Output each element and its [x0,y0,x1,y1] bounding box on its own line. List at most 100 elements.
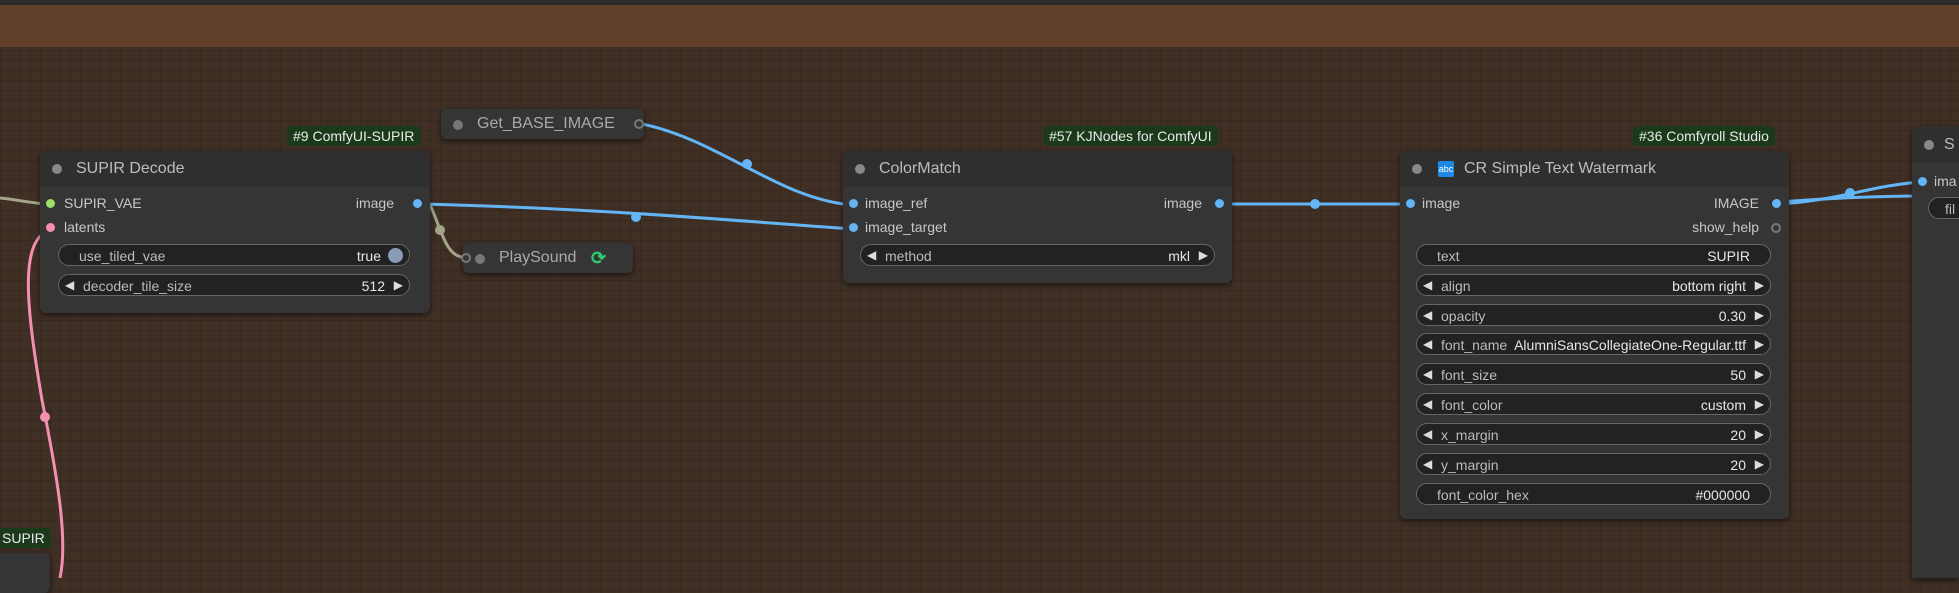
increment-arrow-icon[interactable]: ▶ [394,278,403,292]
image-output-pin[interactable] [1772,199,1781,208]
supir-decode-node[interactable]: SUPIR Decode SUPIR_VAE latents image use… [40,151,430,313]
increment-arrow-icon[interactable]: ▶ [1755,308,1764,322]
image-output-label: IMAGE [1713,195,1759,211]
playsound-node[interactable]: PlaySound ⟳ [461,243,633,273]
align-select[interactable]: ◀ align bottom right ▶ [1416,274,1771,296]
widget-label: font_color [1441,397,1503,413]
increment-arrow-icon[interactable]: ▶ [1755,427,1764,441]
font-size-stepper[interactable]: ◀ font_size 50 ▶ [1416,363,1771,385]
prev-arrow-icon[interactable]: ◀ [867,248,876,262]
node-header[interactable]: SUPIR Decode [40,151,430,187]
widget-label: x_margin [1441,427,1499,443]
widget-value: 50 [1730,367,1746,383]
decrement-arrow-icon[interactable]: ◀ [1423,427,1432,441]
collapse-dot-icon[interactable] [453,120,463,130]
font-name-select[interactable]: ◀ font_name AlumniSansCollegiateOne-Regu… [1416,333,1771,355]
offscreen-node-bottom-left[interactable] [0,553,50,593]
node-source-badge: #36 Comfyroll Studio [1633,126,1775,146]
next-arrow-icon[interactable]: ▶ [1755,337,1764,351]
widget-label: font_size [1441,367,1498,383]
latents-input-pin[interactable] [46,223,55,232]
wire-latents-reroute [40,412,50,422]
prev-arrow-icon[interactable]: ◀ [1423,337,1432,351]
refresh-icon: ⟳ [591,248,607,268]
widget-label: font_name [1441,337,1508,353]
widget-value: 512 [361,278,385,294]
method-select[interactable]: ◀ method mkl ▶ [860,244,1215,266]
image-output-pin[interactable] [413,199,422,208]
node-title: SUPIR Decode [76,160,185,177]
collapse-dot-icon[interactable] [52,164,62,174]
node-title: S [1944,136,1955,153]
node-title: CR Simple Text Watermark [1464,160,1657,177]
collapse-dot-icon[interactable] [475,254,485,264]
toggle-knob-icon[interactable] [388,248,403,263]
image-input-label: ima [1934,173,1957,189]
next-arrow-icon[interactable]: ▶ [1755,278,1764,292]
font-color-select[interactable]: ◀ font_color custom ▶ [1416,393,1771,415]
widget-label: align [1441,278,1471,294]
use-tiled-vae-toggle[interactable]: use_tiled_vae true [58,244,410,266]
show-help-output-label: show_help [1692,219,1759,235]
image-target-input-pin[interactable] [849,223,858,232]
decoder-tile-size-stepper[interactable]: ◀ decoder_tile_size 512 ▶ [58,274,410,296]
wire-out-reroute [1845,188,1855,198]
widget-label: font_color_hex [1437,487,1529,503]
abc-text-icon: abc [1438,161,1454,177]
node-header[interactable]: S [1912,127,1959,163]
collapse-dot-icon[interactable] [855,164,865,174]
node-header[interactable]: ColorMatch [843,151,1232,187]
widget-label: decoder_tile_size [83,278,192,294]
widget-label: fil [1945,201,1956,217]
node-title: PlaySound [499,249,577,266]
widget-value: #000000 [1695,487,1750,503]
widget-label: y_margin [1441,457,1499,473]
widget-label: text [1437,248,1460,264]
image-ref-input-label: image_ref [865,195,928,211]
image-output-label: image [355,195,394,211]
image-input-pin[interactable] [1406,199,1415,208]
decrement-arrow-icon[interactable]: ◀ [1423,308,1432,322]
node-source-badge: SUPIR [0,528,51,548]
widget-value: mkl [1168,248,1190,264]
get-base-image-node[interactable]: Get_BASE_IMAGE [441,109,644,139]
node-source-badge: #9 ComfyUI-SUPIR [287,126,421,146]
output-pin[interactable] [634,119,644,129]
wire-playsound-reroute [435,225,445,235]
opacity-stepper[interactable]: ◀ opacity 0.30 ▶ [1416,304,1771,326]
widget-value: 0.30 [1718,308,1746,324]
x-margin-stepper[interactable]: ◀ x_margin 20 ▶ [1416,423,1771,445]
font-color-hex-field[interactable]: font_color_hex #000000 [1416,483,1771,505]
y-margin-stepper[interactable]: ◀ y_margin 20 ▶ [1416,453,1771,475]
prev-arrow-icon[interactable]: ◀ [1423,397,1432,411]
input-pin[interactable] [461,253,471,263]
offscreen-node[interactable]: S ima fil [1912,127,1959,578]
wire-playsound [428,204,463,259]
supir-vae-input-label: SUPIR_VAE [64,195,142,211]
image-output-pin[interactable] [1215,199,1224,208]
node-header[interactable]: abc CR Simple Text Watermark [1400,151,1789,187]
image-ref-input-pin[interactable] [849,199,858,208]
increment-arrow-icon[interactable]: ▶ [1755,367,1764,381]
filename-field[interactable]: fil [1928,197,1959,219]
show-help-output-pin[interactable] [1771,223,1781,233]
image-target-input-label: image_target [865,219,947,235]
widget-value: AlumniSansCollegiateOne-Regular.ttf [1514,337,1746,353]
next-arrow-icon[interactable]: ▶ [1199,248,1208,262]
wire-colormatch-reroute [1310,199,1320,209]
next-arrow-icon[interactable]: ▶ [1755,397,1764,411]
cr-watermark-node[interactable]: abc CR Simple Text Watermark image IMAGE… [1400,151,1789,519]
supir-vae-input-pin[interactable] [46,199,55,208]
wire-base-image-reroute [742,159,752,169]
decrement-arrow-icon[interactable]: ◀ [1423,457,1432,471]
decrement-arrow-icon[interactable]: ◀ [1423,367,1432,381]
text-field[interactable]: text SUPIR [1416,244,1771,266]
colormatch-node[interactable]: ColorMatch image_ref image_target image … [843,151,1232,283]
collapse-dot-icon[interactable] [1412,164,1422,174]
image-input-pin[interactable] [1918,177,1927,186]
collapse-dot-icon[interactable] [1924,140,1934,150]
decrement-arrow-icon[interactable]: ◀ [65,278,74,292]
increment-arrow-icon[interactable]: ▶ [1755,457,1764,471]
widget-value: bottom right [1672,278,1746,294]
prev-arrow-icon[interactable]: ◀ [1423,278,1432,292]
